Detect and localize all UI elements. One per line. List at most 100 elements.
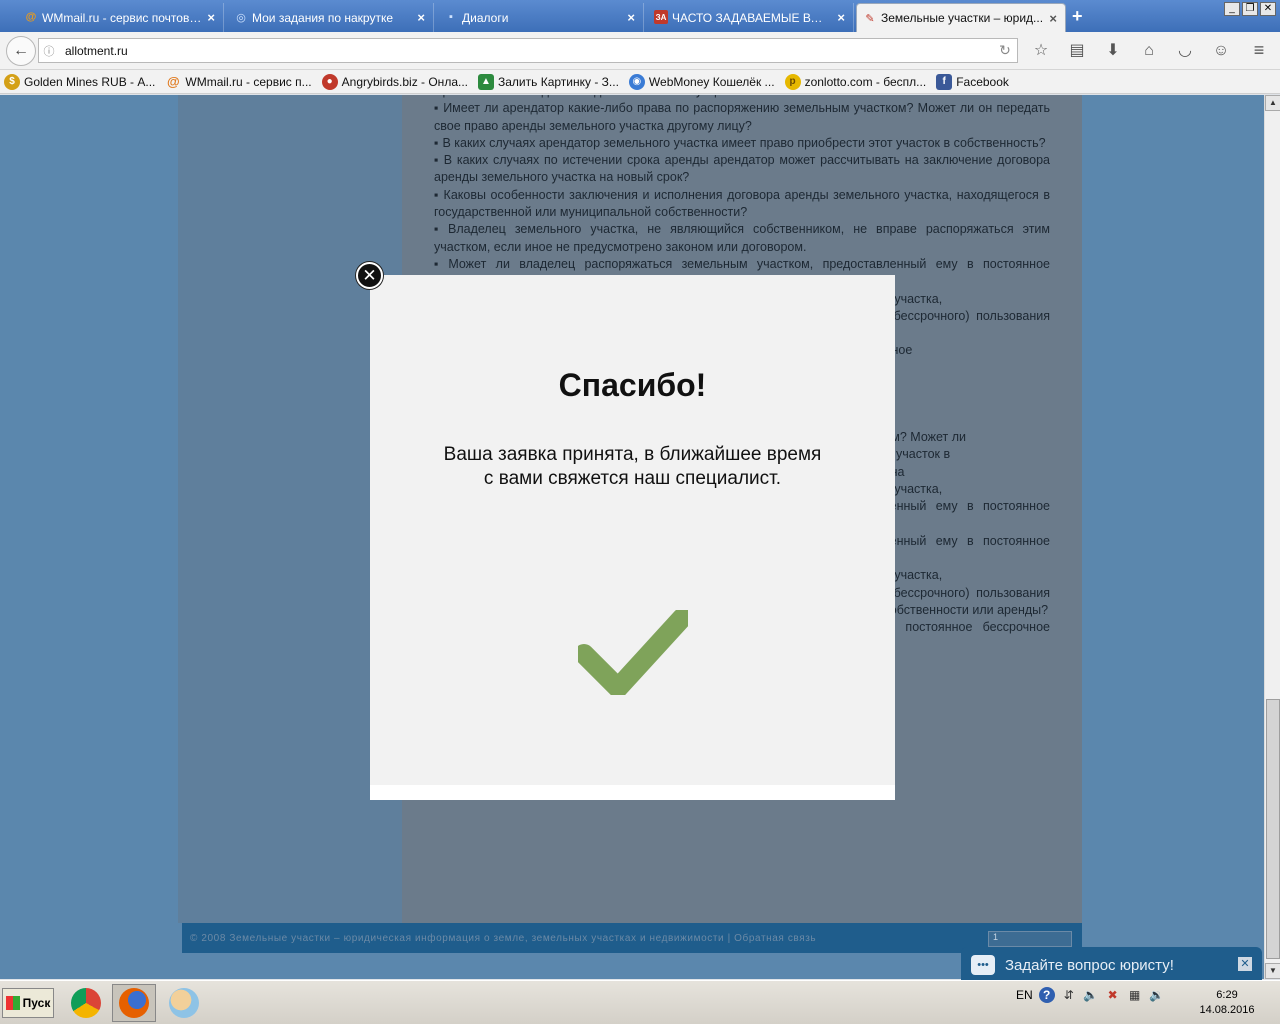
clock-time: 6:29 xyxy=(1216,989,1238,1001)
coin-icon: p xyxy=(784,73,801,90)
close-tab-icon[interactable]: × xyxy=(837,10,845,25)
network-icon[interactable]: ▦ xyxy=(1127,987,1143,1003)
chat-close-button[interactable]: ✕ xyxy=(1238,957,1252,971)
bookmark-golden-mines[interactable]: $ Golden Mines RUB - А... xyxy=(4,73,156,90)
tab-title: Диалоги xyxy=(462,10,509,25)
help-icon[interactable]: ? xyxy=(1038,987,1055,1003)
tab-dialogs[interactable]: ▪ Диалоги × xyxy=(438,3,644,32)
navigation-bar: ← ⓘ allotment.ru ↻ ☆ ▤ ⬇ ⌂ ◡ ☺ ≡ xyxy=(0,32,1280,70)
scroll-down-arrow-icon[interactable]: ▼ xyxy=(1265,963,1280,979)
bookmark-webmoney[interactable]: ◉ WebMoney Кошелёк ... xyxy=(628,73,775,90)
globe-icon: ◉ xyxy=(628,73,645,90)
faq-item[interactable]: В каких случаях по истечении срока аренд… xyxy=(434,152,1050,187)
bookmark-label: WMmail.ru - сервис п... xyxy=(185,74,312,89)
faq-item[interactable]: Владелец земельного участка, не являющий… xyxy=(434,221,1050,256)
bookmark-upload-image[interactable]: ▲ Залить Картинку - З... xyxy=(478,73,619,90)
restore-button[interactable]: ❐ xyxy=(1242,2,1258,16)
firefox-icon xyxy=(119,988,149,1018)
language-indicator[interactable]: EN xyxy=(1016,988,1033,1002)
system-tray: EN ? ⇵ 🔈 ✖ ▦ 🔉 xyxy=(1016,987,1165,1003)
paint-palette-icon xyxy=(169,988,199,1018)
taskbar: Пуск EN ? ⇵ 🔈 ✖ ▦ 🔉 6:29 14.08.2016 xyxy=(0,980,1280,1024)
minimize-button[interactable]: _ xyxy=(1224,2,1240,16)
thank-you-modal: Спасибо! Ваша заявка принята, в ближайше… xyxy=(370,275,895,800)
close-window-button[interactable]: ✕ xyxy=(1260,2,1276,16)
windows-flag-icon xyxy=(5,996,20,1010)
at-icon: @ xyxy=(25,11,37,23)
reading-list-icon[interactable]: ▤ xyxy=(1066,40,1088,62)
tab-title: ЧАСТО ЗАДАВАЕМЫЕ ВОПР... xyxy=(672,10,832,25)
bookmark-zonlotto[interactable]: p zonlotto.com - беспл... xyxy=(784,73,927,90)
taskbar-paint[interactable] xyxy=(162,984,206,1022)
tab-title: WMmail.ru - сервис почтовы... xyxy=(42,10,202,25)
bookmark-angrybirds[interactable]: ● Angrybirds.biz - Онла... xyxy=(321,73,468,90)
faq-item[interactable]: Имеет ли арендатор какие-либо права по р… xyxy=(434,100,1050,135)
taskbar-chrome[interactable] xyxy=(64,984,108,1022)
toolbar-icons: ☆ ▤ ⬇ ⌂ ◡ ☺ xyxy=(1030,40,1232,62)
bookmark-label: WebMoney Кошелёк ... xyxy=(648,74,775,89)
tray-expand-icon[interactable]: ⇵ xyxy=(1061,987,1077,1003)
faq-item[interactable]: В каких случаях арендатор земельного уча… xyxy=(434,135,1050,152)
back-button[interactable]: ← xyxy=(6,36,36,66)
bookmarks-bar: $ Golden Mines RUB - А... @ WMmail.ru - … xyxy=(0,70,1280,94)
reload-icon[interactable]: ↻ xyxy=(993,42,1017,59)
chat-icon: ▪ xyxy=(449,11,453,23)
bookmark-label: Facebook xyxy=(956,74,1009,89)
facebook-icon: f xyxy=(936,73,953,90)
bookmark-facebook[interactable]: f Facebook xyxy=(936,73,1009,90)
bookmark-label: Angrybirds.biz - Онла... xyxy=(341,74,468,89)
info-icon[interactable]: ⓘ xyxy=(39,43,59,59)
chat-icon: ••• xyxy=(971,955,995,975)
pocket-icon[interactable]: ◡ xyxy=(1174,40,1196,62)
tab-strip: @ WMmail.ru - сервис почтовы... × ◎ Мои … xyxy=(0,0,1280,32)
close-tab-icon[interactable]: × xyxy=(1049,11,1057,26)
bookmark-label: Залить Картинку - З... xyxy=(498,74,619,89)
volume-icon[interactable]: 🔈 xyxy=(1083,987,1099,1003)
window-controls: _ ❐ ✕ xyxy=(1224,2,1276,16)
checkmark-icon xyxy=(578,610,688,695)
home-icon[interactable]: ⌂ xyxy=(1138,40,1160,62)
close-tab-icon[interactable]: × xyxy=(207,10,215,25)
chrome-icon xyxy=(71,988,101,1018)
bookmark-label: Golden Mines RUB - А... xyxy=(24,74,156,89)
tab-title: Земельные участки – юрид... xyxy=(881,11,1044,25)
page-footer: © 2008 Земельные участки – юридическая и… xyxy=(182,923,1082,953)
taskbar-firefox[interactable] xyxy=(112,984,156,1022)
coin-icon: $ xyxy=(4,73,20,90)
download-icon[interactable]: ⬇ xyxy=(1102,40,1124,62)
modal-close-button[interactable]: ✕ xyxy=(356,262,383,289)
new-tab-button[interactable]: + xyxy=(1072,6,1083,27)
tab-wmmail[interactable]: @ WMmail.ru - сервис почтовы... × xyxy=(18,3,224,32)
image-icon: ▲ xyxy=(478,73,494,90)
start-button[interactable]: Пуск xyxy=(2,988,54,1018)
close-tab-icon[interactable]: × xyxy=(417,10,425,25)
network-error-icon[interactable]: ✖ xyxy=(1105,987,1121,1003)
modal-title: Спасибо! xyxy=(558,367,707,403)
ask-lawyer-chat-widget[interactable]: ••• Задайте вопрос юристу! ✕ xyxy=(961,947,1262,983)
bird-icon: ● xyxy=(321,73,338,90)
scroll-thumb[interactable] xyxy=(1266,699,1280,959)
address-bar[interactable]: ⓘ allotment.ru ↻ xyxy=(38,38,1018,63)
close-tab-icon[interactable]: × xyxy=(627,10,635,25)
speaker-icon[interactable]: 🔉 xyxy=(1149,987,1165,1003)
chat-label: Задайте вопрос юристу! xyxy=(1005,956,1174,974)
at-icon: @ xyxy=(167,74,180,89)
hamburger-menu-icon[interactable]: ≡ xyxy=(1248,40,1270,62)
tab-faq[interactable]: ЗА ЧАСТО ЗАДАВАЕМЫЕ ВОПР... × xyxy=(648,3,854,32)
left-column xyxy=(178,95,402,923)
target-icon: ◎ xyxy=(236,11,246,24)
clock[interactable]: 6:29 14.08.2016 xyxy=(1192,988,1262,1018)
tab-title: Мои задания по накрутке xyxy=(252,10,394,25)
chat-bubble-icon[interactable]: ☺ xyxy=(1210,40,1232,62)
vertical-scrollbar[interactable]: ▲ ▼ xyxy=(1264,95,1280,979)
bookmark-wmmail[interactable]: @ WMmail.ru - сервис п... xyxy=(165,74,312,90)
faq-item[interactable]: Каковы особенности заключения и исполнен… xyxy=(434,187,1050,222)
star-icon[interactable]: ☆ xyxy=(1030,40,1052,62)
bookmark-label: zonlotto.com - беспл... xyxy=(804,74,927,89)
scroll-up-arrow-icon[interactable]: ▲ xyxy=(1265,95,1280,111)
url-text[interactable]: allotment.ru xyxy=(59,44,993,58)
footer-counter[interactable]: 1 xyxy=(988,931,1072,947)
tab-allotment[interactable]: ✎ Земельные участки – юрид... × xyxy=(856,3,1066,32)
start-label: Пуск xyxy=(22,996,51,1010)
tab-tasks[interactable]: ◎ Мои задания по накрутке × xyxy=(228,3,434,32)
